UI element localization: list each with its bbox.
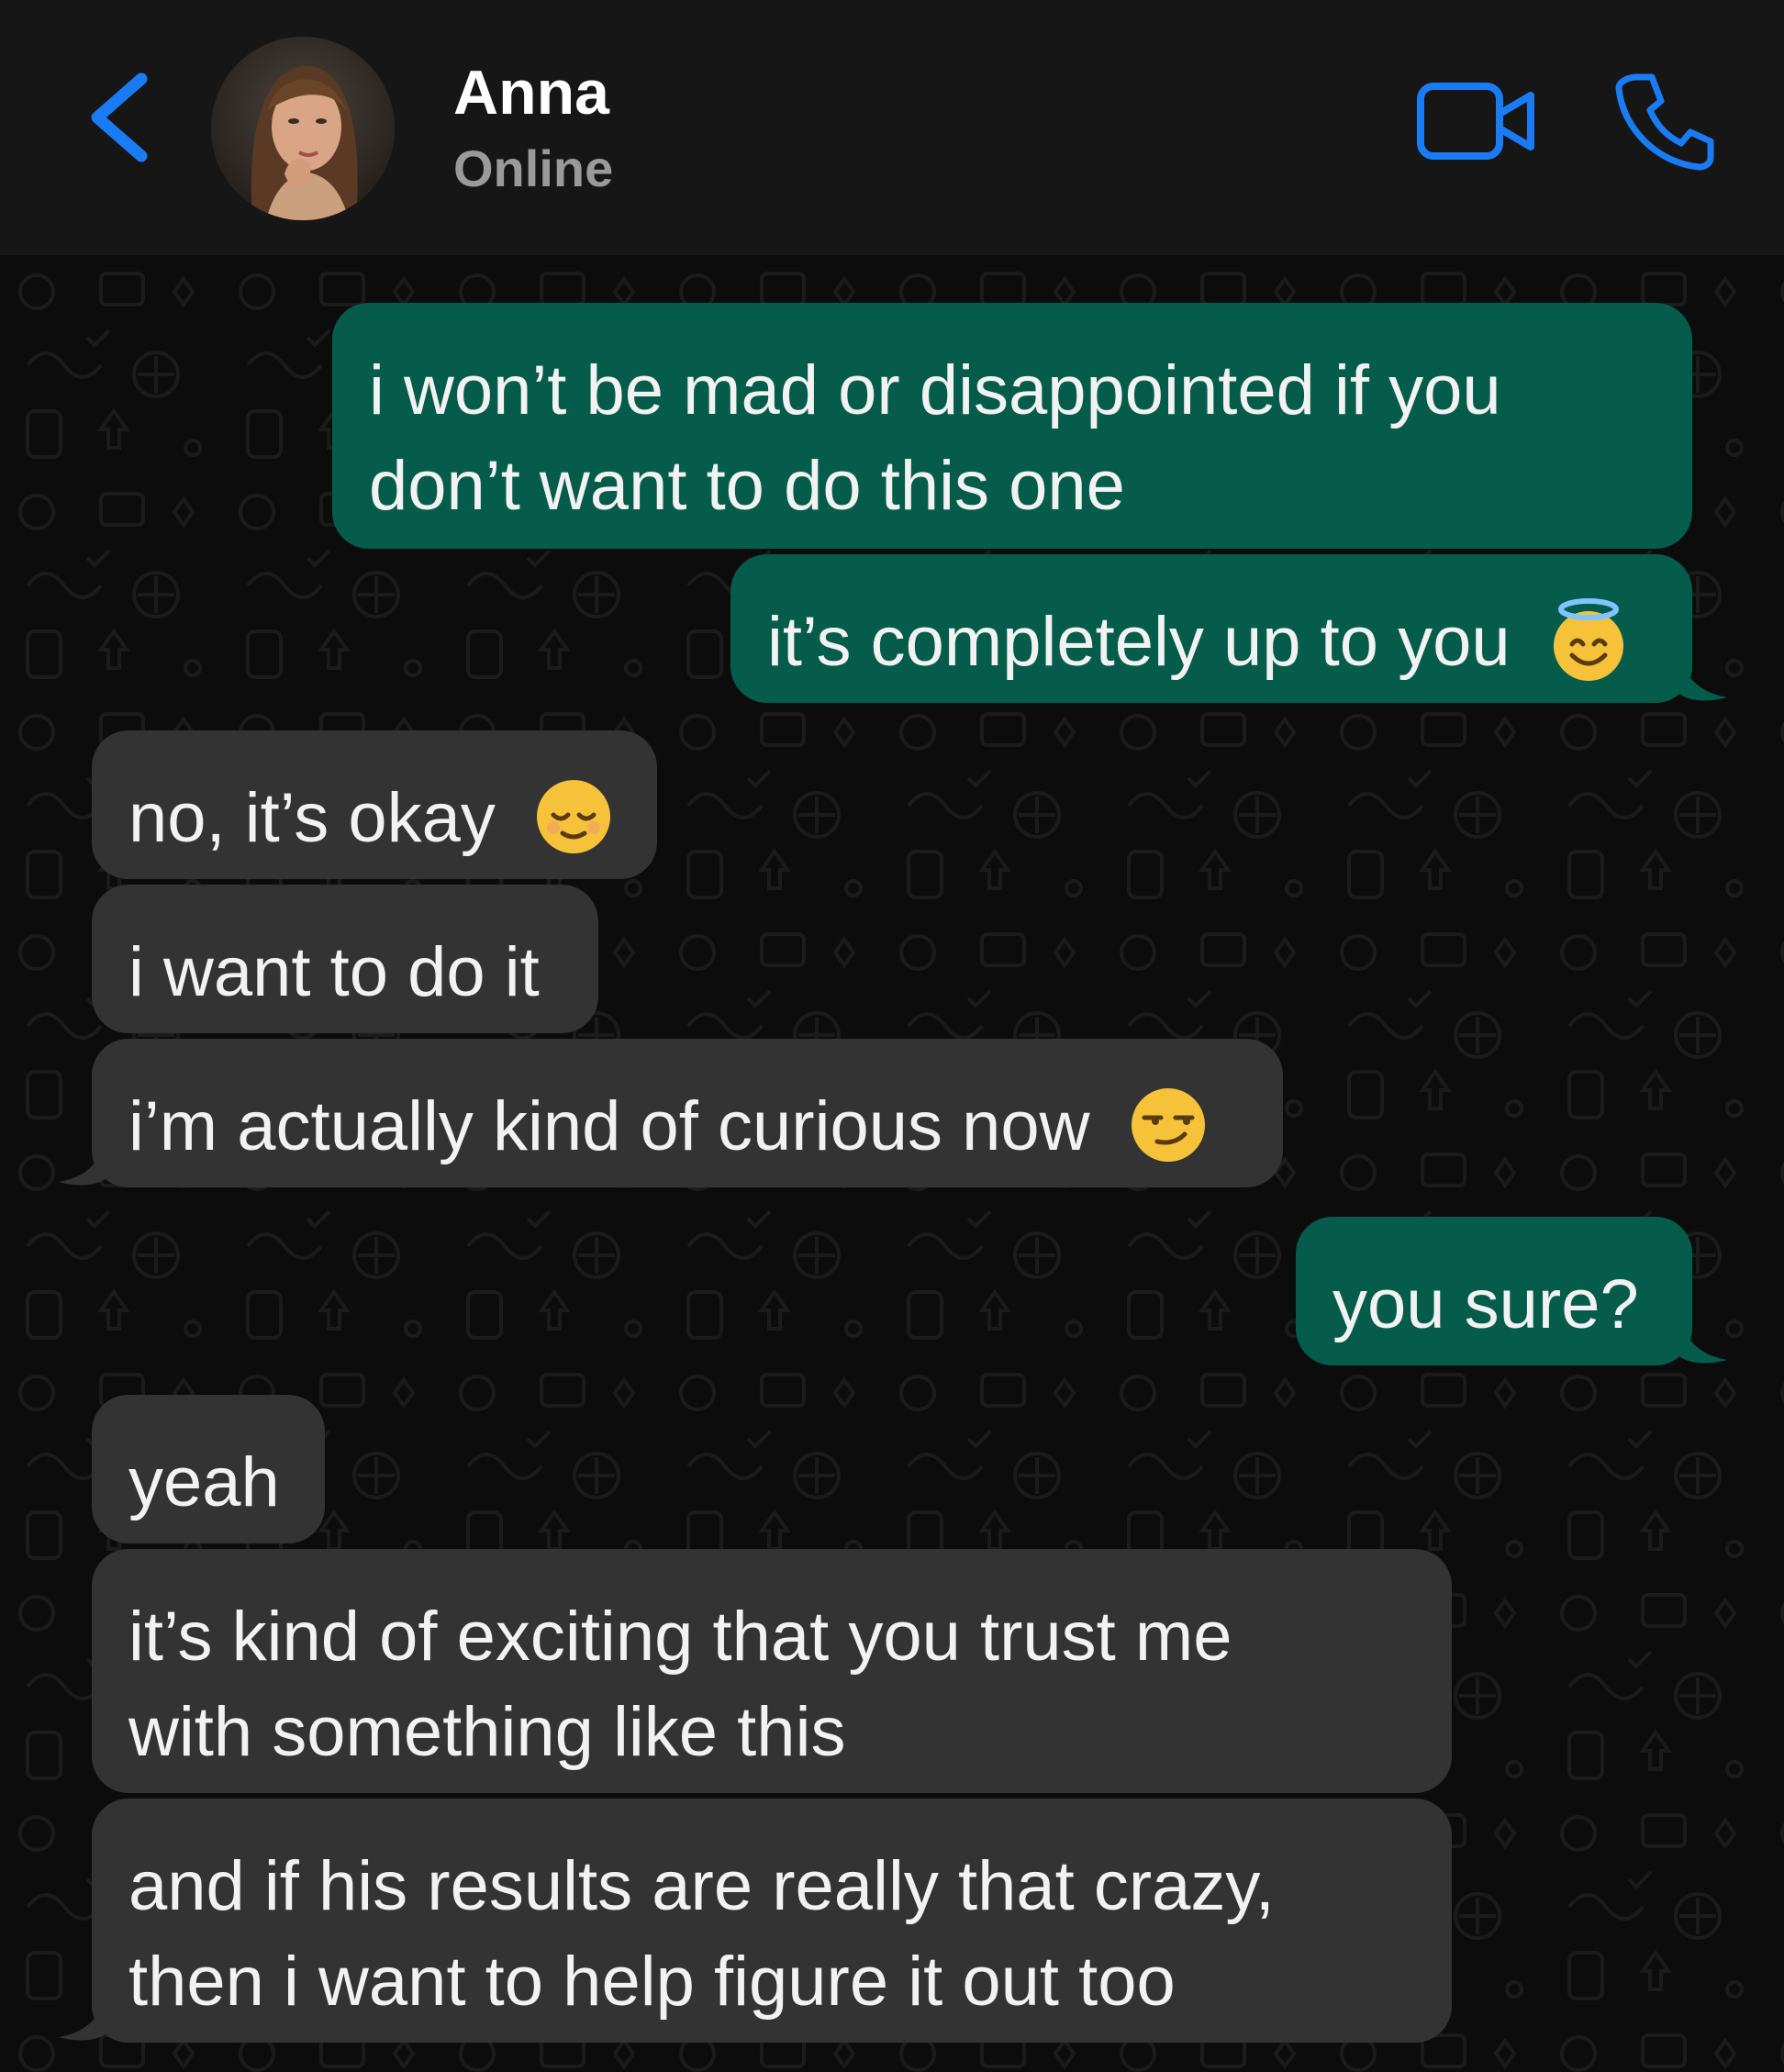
relieved-face-icon <box>537 779 611 853</box>
message-text: i won’t be mad or disappointed if you <box>369 351 1501 429</box>
message-text: no, it’s okay <box>128 779 496 857</box>
phone-icon <box>1615 73 1714 171</box>
contact-name[interactable]: Anna <box>453 59 609 127</box>
message-text: yeah <box>128 1443 280 1521</box>
message-bubble-incoming[interactable]: it’s kind of exciting that you trust me … <box>92 1549 1452 1793</box>
voice-call-button[interactable] <box>1615 70 1716 171</box>
back-button[interactable] <box>84 72 158 163</box>
contact-status: Online <box>453 139 614 197</box>
message-bubble-incoming[interactable]: and if his results are really that crazy… <box>92 1799 1452 2043</box>
message-text: don’t want to do this one <box>369 447 1125 525</box>
smirking-face-icon <box>1131 1087 1205 1162</box>
message-bubble-incoming[interactable]: i want to do it <box>92 885 598 1033</box>
video-call-button[interactable] <box>1413 75 1542 167</box>
chevron-left-icon <box>91 72 148 162</box>
message-text: you sure? <box>1332 1265 1639 1343</box>
avatar[interactable] <box>211 37 395 220</box>
message-text: it’s completely up to you <box>767 603 1511 681</box>
message-bubble-incoming[interactable]: no, it’s okay <box>92 730 657 879</box>
message-text: and if his results are really that crazy… <box>128 1847 1275 1925</box>
video-camera-icon <box>1417 83 1534 160</box>
message-bubble-incoming[interactable]: yeah <box>92 1395 325 1543</box>
chat-area[interactable]: i won’t be mad or disappointed if you do… <box>0 255 1784 2072</box>
bubble-tail <box>1679 1320 1727 1364</box>
message-bubble-outgoing[interactable]: it’s completely up to you <box>730 554 1692 703</box>
chat-header: Anna Online <box>0 0 1784 255</box>
message-bubble-outgoing[interactable]: you sure? <box>1296 1217 1692 1365</box>
message-text: i want to do it <box>128 933 540 1011</box>
message-text: then i want to help figure it out too <box>128 1943 1176 2021</box>
message-text: i’m actually kind of curious now <box>128 1087 1090 1165</box>
bubble-tail <box>59 1142 106 1186</box>
message-text: it’s kind of exciting that you trust me <box>128 1598 1232 1676</box>
message-bubble-incoming[interactable]: i’m actually kind of curious now <box>92 1039 1283 1187</box>
bubble-tail <box>1679 657 1727 701</box>
bubble-tail <box>59 1997 106 2041</box>
smiling-face-with-halo-icon <box>1553 597 1623 681</box>
message-text: with something like this <box>128 1693 846 1771</box>
message-bubble-outgoing[interactable]: i won’t be mad or disappointed if you do… <box>332 303 1692 549</box>
